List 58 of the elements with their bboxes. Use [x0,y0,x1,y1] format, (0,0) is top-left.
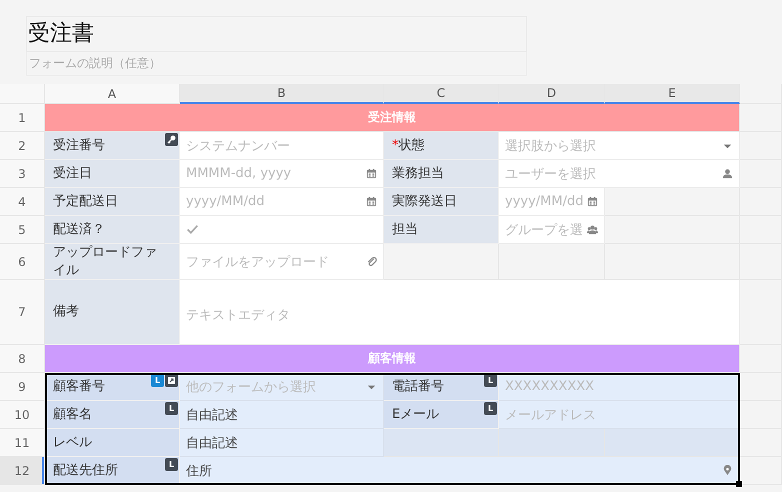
field-label: 受注日 [53,164,92,182]
lookup-badge: L [151,374,164,388]
key-icon [165,133,178,146]
checkbox[interactable] [186,223,199,236]
row-header[interactable]: 5 [0,216,45,244]
column-header[interactable]: B [180,84,384,104]
calendar-icon [366,168,377,179]
paperclip-icon [366,256,377,268]
field-label: アップロードファイル [53,244,158,280]
field-label: 配送済？ [53,220,105,238]
field-label: 担当 [392,220,418,238]
people-icon [587,224,598,235]
input-field[interactable]: 自由記述 [180,429,384,458]
lookup-badge: L [165,402,178,416]
pin-icon [722,465,733,476]
person-icon [722,168,733,179]
field-label: 予定配送日 [53,192,118,210]
row-header[interactable]: 4 [0,188,45,216]
calendar-icon [366,196,377,207]
field-label: 電話番号 [392,378,444,396]
field-label: 実際発送日 [392,192,457,210]
row-header[interactable]: 11 [0,429,45,458]
field-label: 備考 [53,303,79,321]
column-header[interactable]: C [384,84,499,104]
empty-cell[interactable] [740,244,782,280]
section-header: 顧客情報 [45,345,740,374]
corner-cell[interactable] [0,84,45,104]
section-header: 受注情報 [45,104,740,132]
row-header[interactable]: 6 [0,244,45,280]
field-label: Eメール [392,406,440,424]
field-label: 受注番号 [53,136,105,154]
row-header[interactable]: 2 [0,132,45,160]
link-icon [165,374,178,388]
lookup-badge: L [484,374,497,388]
field-label: *状態 [392,136,424,154]
column-header[interactable]: A [45,84,180,104]
row-header[interactable]: 9 [0,373,45,402]
field-label: 顧客番号 [53,378,105,396]
field-label: 配送先住所 [53,462,118,480]
input-field[interactable]: 自由記述 [180,401,384,430]
column-header[interactable]: E [605,84,740,104]
row-header[interactable]: 8 [0,345,45,374]
field-label: 顧客名 [53,406,92,424]
lookup-badge: L [484,402,497,416]
form-title[interactable]: 受注書 [26,16,527,52]
row-header[interactable]: 7 [0,280,45,346]
field-label: レベル [53,434,92,452]
field-label: 業務担当 [392,164,444,182]
row-header[interactable]: 10 [0,401,45,430]
column-header[interactable]: D [499,84,605,104]
empty-cell[interactable] [740,280,782,346]
input-field[interactable]: 住所 [180,457,740,486]
row-header[interactable]: 3 [0,160,45,188]
lookup-badge: L [165,458,178,472]
row-header[interactable]: 12 [0,457,45,486]
calendar-icon [587,196,598,207]
row-header[interactable]: 1 [0,104,45,132]
empty-cell[interactable] [740,188,782,216]
